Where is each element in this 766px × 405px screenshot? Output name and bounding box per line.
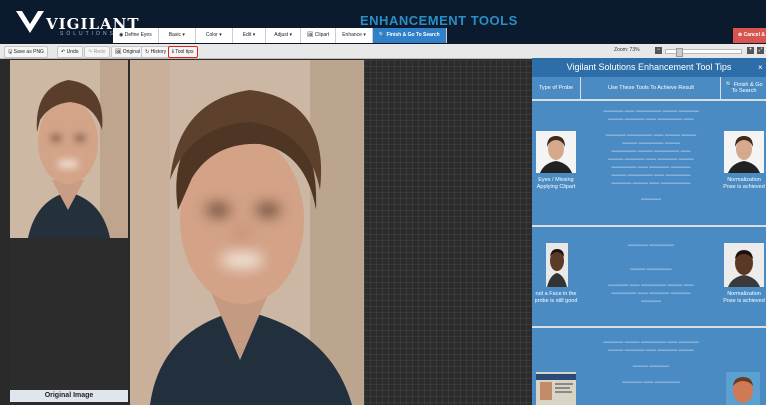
result-photo (724, 131, 764, 173)
tool-tips-panel: Vigilant Solutions Enhancement Tool Tips… (532, 58, 766, 405)
toolbar: 🖫 Save as PNG ↶ Undo ↷ Redo 🖼 Original ↻… (0, 44, 766, 59)
clipart-button[interactable]: 🖼 Clipart (301, 28, 337, 43)
enhance-menu[interactable]: Enhance ▾ (336, 28, 373, 43)
result-caption-text: Normalization Pose is achieved (723, 291, 765, 304)
result-photo (724, 243, 764, 287)
editing-canvas[interactable] (130, 60, 364, 405)
table-row: Eyes / Missing Applying Clipart ▬▬▬▬ ▬▬ … (532, 99, 766, 227)
probe-caption: ruit a Face in the probe is still good (534, 291, 578, 304)
zoom-slider[interactable] (665, 48, 742, 57)
result-photo (726, 372, 760, 405)
color-menu[interactable]: Color ▾ (196, 28, 233, 43)
finish-go-to-search-button[interactable]: 🔍 Finish & Go To Search (372, 28, 447, 43)
tools-cell: ▬▬▬▬ ▬▬ ▬▬▬▬▬ ▬▬▬ ▬▬▬▬ ▬▬▬ ▬▬▬▬ ▬▬ ▬▬▬▬▬ … (582, 101, 720, 227)
probe-photo (536, 131, 576, 173)
zoom-slider-thumb[interactable] (676, 48, 683, 57)
probe-caption: Eyes / Missing Applying Clipart (536, 177, 576, 190)
app-title: ENHANCEMENT TOOLS (360, 13, 518, 28)
table-row: ▬▬▬▬ ▬▬▬ ▬▬▬▬▬ ▬▬ ▬▬▬▬ ▬▬▬ ▬▬▬▬ ▬▬ ▬▬▬▬ ▬… (532, 326, 766, 405)
history-button[interactable]: ↻ History (141, 46, 171, 58)
tool-tips-title: Vigilant Solutions Enhancement Tool Tips (532, 58, 766, 77)
basic-menu[interactable]: Basic ▾ (159, 28, 196, 43)
tools-text: ▬▬▬▬ ▬▬ ▬▬▬▬▬ ▬▬▬ ▬▬▬▬ ▬▬▬ ▬▬▬▬ ▬▬ ▬▬▬▬▬ … (603, 108, 699, 202)
enhanced-face-photo (130, 60, 364, 405)
original-image-panel: Original Image (10, 60, 128, 405)
edit-menu[interactable]: Edit ▾ (233, 28, 267, 43)
result-cell: Normalization Pose is achieved (722, 227, 766, 328)
original-image-label: Original Image (10, 390, 128, 402)
undo-button[interactable]: ↶ Undo (57, 46, 83, 58)
probe-cell: Eyes / Missing Applying Clipart (532, 101, 580, 227)
probe-photo (546, 243, 568, 287)
zoom-in-button[interactable]: + (747, 47, 754, 54)
tools-text: ▬▬▬▬ ▬▬▬ ▬▬▬▬▬ ▬▬ ▬▬▬▬ ▬▬▬ ▬▬▬▬ ▬▬ ▬▬▬▬ ▬… (603, 339, 699, 385)
fullscreen-icon[interactable]: ⤢ (757, 47, 764, 54)
tooltips-button[interactable]: ℹ Tool tips (168, 46, 198, 58)
table-row: ruit a Face in the probe is still good ▬… (532, 225, 766, 328)
original-button[interactable]: 🖼 Original (111, 46, 144, 58)
app-header: VIGILANT SOLUTIONS ENHANCEMENT TOOLS ◉ D… (0, 0, 766, 44)
save-png-button[interactable]: 🖫 Save as PNG (4, 46, 48, 58)
logo-subtitle: SOLUTIONS (60, 31, 116, 37)
menu-bar: ◉ Define Eyes Basic ▾ Color ▾ Edit ▾ Adj… (113, 28, 447, 43)
column-header-finish: 🔍 Finish & Go To Search (725, 82, 763, 94)
tools-cell: ▬▬▬▬ ▬▬▬ ▬▬▬▬▬ ▬▬ ▬▬▬▬ ▬▬▬ ▬▬▬▬ ▬▬ ▬▬▬▬ ▬… (582, 328, 720, 405)
redo-button[interactable]: ↷ Redo (84, 46, 110, 58)
tools-text: ▬▬▬▬ ▬▬▬▬▬ ▬▬▬ ▬▬▬▬▬ ▬▬▬▬ ▬▬ ▬▬▬▬▬ ▬▬▬ ▬▬ ▬… (608, 242, 694, 304)
column-header-probe: Type of Probe (532, 77, 581, 99)
adjust-menu[interactable]: Adjust ▾ (266, 28, 302, 43)
canvas-grid-background (364, 60, 532, 405)
probe-document-photo (536, 372, 576, 405)
probe-cell: ruit a Face in the probe is still good (532, 227, 580, 328)
tools-cell: ▬▬▬▬ ▬▬▬▬▬ ▬▬▬ ▬▬▬▬▬ ▬▬▬▬ ▬▬ ▬▬▬▬▬ ▬▬▬ ▬▬ ▬… (582, 227, 720, 328)
close-icon[interactable]: × (758, 58, 763, 77)
result-cell (722, 328, 766, 405)
define-eyes-button[interactable]: ◉ Define Eyes (113, 28, 159, 43)
column-header-tools: Use These Tools To Achieve Result (582, 77, 721, 99)
result-caption: Normalization Pose is achieved (722, 291, 766, 305)
probe-cell (532, 328, 580, 405)
original-face-photo (10, 60, 128, 238)
result-caption-text: Normalization Pose is achieved (723, 177, 765, 190)
vigilant-logo-icon (16, 11, 44, 33)
result-cell: Normalization Pose is achieved (722, 101, 766, 227)
zoom-out-button[interactable]: − (655, 47, 662, 54)
cancel-close-button[interactable]: ⊗ Cancel & Close (733, 28, 766, 43)
result-caption: Normalization Pose is achieved (722, 177, 766, 191)
zoom-level: Zoom: 73% (614, 47, 640, 53)
original-image-thumbnail (10, 60, 128, 238)
tool-tips-table-header: Type of Probe Use These Tools To Achieve… (532, 77, 766, 99)
